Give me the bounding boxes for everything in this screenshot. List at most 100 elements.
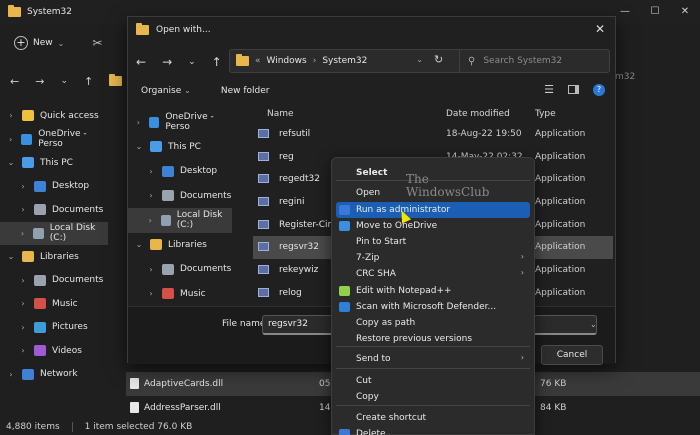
sidebar-item[interactable]: › OneDrive - Perso: [0, 128, 108, 152]
forward-arrow-icon[interactable]: →: [35, 75, 44, 88]
sidebar-item-label: Desktop: [180, 166, 218, 177]
sidebar-item[interactable]: › Documents: [0, 198, 108, 222]
chevron-icon[interactable]: ⌄: [134, 240, 144, 249]
dialog-sidebar-item[interactable]: › Music: [128, 282, 232, 307]
sidebar-item[interactable]: › Quick access: [0, 104, 108, 128]
file-type: Application: [535, 287, 586, 298]
chevron-icon[interactable]: ›: [18, 323, 28, 332]
file-icon: [130, 402, 139, 413]
menu-item-cut[interactable]: Cut: [336, 373, 530, 389]
address-dropdown-icon[interactable]: ⌄: [416, 55, 423, 64]
menu-item-crc-sha[interactable]: CRC SHA ›: [336, 266, 530, 282]
chevron-icon[interactable]: ›: [18, 205, 28, 214]
dialog-sidebar-item[interactable]: › Documents: [128, 257, 232, 282]
column-name[interactable]: Name: [267, 109, 294, 119]
close-icon[interactable]: ✕: [670, 0, 700, 24]
menu-item-icon: [339, 205, 350, 215]
column-type[interactable]: Type: [535, 109, 556, 119]
cut-icon[interactable]: ✂: [92, 36, 102, 50]
dialog-sidebar-item[interactable]: › Desktop: [128, 159, 232, 184]
chevron-icon[interactable]: ›: [18, 182, 28, 191]
chevron-icon[interactable]: ›: [6, 135, 15, 144]
chevron-icon[interactable]: ⌄: [134, 142, 144, 151]
menu-item-scan-with-microsoft-defender[interactable]: Scan with Microsoft Defender...: [336, 299, 530, 315]
file-type: Application: [535, 242, 586, 253]
explorer-search-fragment[interactable]: m32: [615, 72, 635, 82]
sidebar-item[interactable]: › Music: [0, 292, 108, 316]
breadcrumb-windows[interactable]: Windows: [267, 56, 307, 66]
dialog-sidebar-item[interactable]: ⌄ Libraries: [128, 233, 232, 258]
sidebar-item[interactable]: › Pictures: [0, 316, 108, 340]
sidebar-item-label: This PC: [40, 157, 73, 168]
file-type: Application: [535, 151, 586, 162]
file-size: 76 KB: [540, 379, 567, 389]
menu-item-move-to-onedrive[interactable]: Move to OneDrive: [336, 218, 530, 234]
help-icon[interactable]: ?: [593, 83, 605, 96]
sidebar-item[interactable]: › Documents: [0, 269, 108, 293]
organise-menu[interactable]: Organise ⌄: [141, 86, 191, 96]
chevron-icon[interactable]: ›: [146, 167, 156, 176]
recent-chevron-icon[interactable]: ⌄: [188, 57, 196, 67]
file-row[interactable]: refsutil 18-Aug-22 19:50 Application: [253, 123, 613, 146]
recent-chevron-icon[interactable]: ⌄: [60, 76, 68, 86]
sidebar-item[interactable]: › Videos: [0, 339, 108, 363]
chevron-icon[interactable]: ›: [146, 289, 156, 298]
dialog-sidebar-item[interactable]: › Documents: [128, 184, 232, 209]
file-icon: [130, 378, 139, 389]
menu-item-send-to[interactable]: Send to ›: [336, 351, 530, 367]
file-name-dropdown-icon[interactable]: ⌄: [590, 320, 597, 329]
dialog-sidebar-item[interactable]: › OneDrive - Perso: [128, 110, 232, 135]
dialog-search-box[interactable]: ⚲ Search System32: [459, 49, 610, 73]
dialog-sidebar-item[interactable]: › Local Disk (C:): [128, 208, 232, 233]
forward-arrow-icon[interactable]: →: [162, 55, 172, 69]
chevron-icon[interactable]: ›: [18, 229, 27, 238]
dialog-title-bar: Open with... ✕: [128, 17, 615, 43]
menu-item-delete[interactable]: Delete: [336, 426, 530, 435]
menu-item-create-shortcut[interactable]: Create shortcut: [336, 410, 530, 426]
dialog-close-icon[interactable]: ✕: [595, 22, 605, 36]
chevron-icon[interactable]: ›: [146, 191, 156, 200]
sidebar-item[interactable]: › Local Disk (C:): [0, 221, 108, 245]
file-name: rekeywiz: [279, 265, 319, 276]
new-button[interactable]: + New ⌄: [14, 36, 64, 50]
file-date: 18-Aug-22 19:50: [446, 129, 522, 139]
menu-item-pin-to-start[interactable]: Pin to Start: [336, 234, 530, 250]
sidebar-item[interactable]: ⌄ This PC: [0, 151, 108, 175]
breadcrumb-system32[interactable]: System32: [322, 56, 367, 66]
menu-item-copy-as-path[interactable]: Copy as path: [336, 315, 530, 331]
menu-item-copy[interactable]: Copy: [336, 389, 530, 405]
chevron-icon[interactable]: ⌄: [6, 158, 16, 167]
maximize-icon[interactable]: ☐: [640, 0, 670, 24]
chevron-icon[interactable]: ›: [146, 216, 155, 225]
up-arrow-icon[interactable]: ↑: [212, 55, 222, 69]
sidebar-item[interactable]: › Network: [0, 363, 108, 387]
chevron-icon[interactable]: ›: [6, 111, 16, 120]
chevron-icon[interactable]: ›: [18, 299, 28, 308]
chevron-icon[interactable]: ›: [18, 276, 28, 285]
folder-icon: [8, 5, 21, 17]
file-size: 84 KB: [540, 403, 567, 413]
chevron-icon[interactable]: ›: [134, 118, 143, 127]
column-date-modified[interactable]: Date modified: [446, 109, 510, 119]
sidebar-item[interactable]: › Desktop: [0, 175, 108, 199]
up-arrow-icon[interactable]: ↑: [84, 75, 93, 88]
chevron-icon[interactable]: ›: [6, 370, 16, 379]
submenu-arrow-icon: ›: [520, 252, 524, 261]
menu-item-7-zip[interactable]: 7-Zip ›: [336, 250, 530, 266]
menu-item-restore-previous-versions[interactable]: Restore previous versions: [336, 331, 530, 347]
back-arrow-icon[interactable]: ←: [136, 55, 146, 69]
view-options-icon[interactable]: ☰: [544, 83, 554, 96]
cancel-button[interactable]: Cancel: [541, 345, 603, 365]
dialog-address-bar[interactable]: « Windows › System32 ⌄: [229, 49, 468, 73]
chevron-icon[interactable]: ›: [146, 265, 156, 274]
chevron-icon[interactable]: ⌄: [6, 252, 16, 261]
refresh-icon[interactable]: ↻: [434, 53, 443, 66]
menu-item-edit-with-notepad[interactable]: Edit with Notepad++: [336, 283, 530, 299]
chevron-down-icon: ⌄: [57, 38, 65, 48]
sidebar-item[interactable]: ⌄ Libraries: [0, 245, 108, 269]
back-arrow-icon[interactable]: ←: [10, 75, 19, 88]
preview-pane-icon[interactable]: [568, 85, 579, 94]
new-folder-button[interactable]: New folder: [221, 86, 270, 96]
chevron-icon[interactable]: ›: [18, 346, 28, 355]
dialog-sidebar-item[interactable]: ⌄ This PC: [128, 135, 232, 160]
